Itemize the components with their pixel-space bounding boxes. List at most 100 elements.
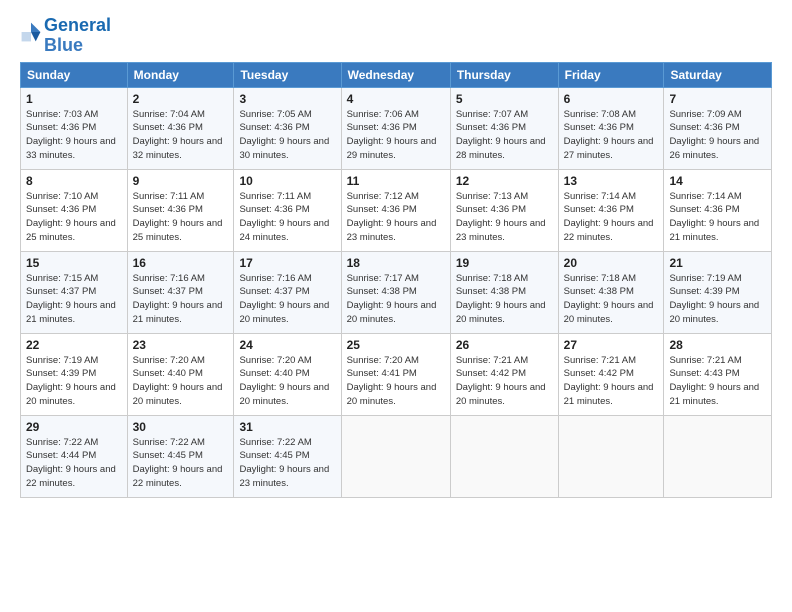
day-number: 19: [456, 256, 553, 270]
day-cell-1: 1 Sunrise: 7:03 AMSunset: 4:36 PMDayligh…: [21, 87, 128, 169]
day-info: Sunrise: 7:22 AMSunset: 4:45 PMDaylight:…: [133, 437, 223, 489]
day-cell-4: 4 Sunrise: 7:06 AMSunset: 4:36 PMDayligh…: [341, 87, 450, 169]
day-cell-15: 15 Sunrise: 7:15 AMSunset: 4:37 PMDaylig…: [21, 251, 128, 333]
calendar-body: 1 Sunrise: 7:03 AMSunset: 4:36 PMDayligh…: [21, 87, 772, 497]
day-info: Sunrise: 7:18 AMSunset: 4:38 PMDaylight:…: [456, 273, 546, 325]
day-number: 25: [347, 338, 445, 352]
day-info: Sunrise: 7:10 AMSunset: 4:36 PMDaylight:…: [26, 191, 116, 243]
day-number: 9: [133, 174, 229, 188]
calendar-table: SundayMondayTuesdayWednesdayThursdayFrid…: [20, 62, 772, 498]
day-cell-23: 23 Sunrise: 7:20 AMSunset: 4:40 PMDaylig…: [127, 333, 234, 415]
day-number: 5: [456, 92, 553, 106]
day-cell-12: 12 Sunrise: 7:13 AMSunset: 4:36 PMDaylig…: [450, 169, 558, 251]
day-cell-22: 22 Sunrise: 7:19 AMSunset: 4:39 PMDaylig…: [21, 333, 128, 415]
day-number: 23: [133, 338, 229, 352]
calendar-week-3: 15 Sunrise: 7:15 AMSunset: 4:37 PMDaylig…: [21, 251, 772, 333]
day-info: Sunrise: 7:20 AMSunset: 4:40 PMDaylight:…: [239, 355, 329, 407]
day-cell-29: 29 Sunrise: 7:22 AMSunset: 4:44 PMDaylig…: [21, 415, 128, 497]
day-cell-3: 3 Sunrise: 7:05 AMSunset: 4:36 PMDayligh…: [234, 87, 341, 169]
calendar-week-4: 22 Sunrise: 7:19 AMSunset: 4:39 PMDaylig…: [21, 333, 772, 415]
day-info: Sunrise: 7:14 AMSunset: 4:36 PMDaylight:…: [669, 191, 759, 243]
day-cell-16: 16 Sunrise: 7:16 AMSunset: 4:37 PMDaylig…: [127, 251, 234, 333]
day-header-monday: Monday: [127, 62, 234, 87]
day-info: Sunrise: 7:16 AMSunset: 4:37 PMDaylight:…: [239, 273, 329, 325]
day-info: Sunrise: 7:21 AMSunset: 4:42 PMDaylight:…: [564, 355, 654, 407]
day-info: Sunrise: 7:03 AMSunset: 4:36 PMDaylight:…: [26, 109, 116, 161]
day-info: Sunrise: 7:08 AMSunset: 4:36 PMDaylight:…: [564, 109, 654, 161]
day-cell-28: 28 Sunrise: 7:21 AMSunset: 4:43 PMDaylig…: [664, 333, 772, 415]
day-number: 11: [347, 174, 445, 188]
day-info: Sunrise: 7:18 AMSunset: 4:38 PMDaylight:…: [564, 273, 654, 325]
logo: General Blue: [20, 16, 111, 56]
day-header-thursday: Thursday: [450, 62, 558, 87]
day-cell-13: 13 Sunrise: 7:14 AMSunset: 4:36 PMDaylig…: [558, 169, 664, 251]
day-info: Sunrise: 7:04 AMSunset: 4:36 PMDaylight:…: [133, 109, 223, 161]
day-cell-9: 9 Sunrise: 7:11 AMSunset: 4:36 PMDayligh…: [127, 169, 234, 251]
day-number: 3: [239, 92, 335, 106]
day-info: Sunrise: 7:20 AMSunset: 4:40 PMDaylight:…: [133, 355, 223, 407]
day-info: Sunrise: 7:13 AMSunset: 4:36 PMDaylight:…: [456, 191, 546, 243]
day-cell-27: 27 Sunrise: 7:21 AMSunset: 4:42 PMDaylig…: [558, 333, 664, 415]
day-header-wednesday: Wednesday: [341, 62, 450, 87]
day-number: 12: [456, 174, 553, 188]
day-cell-25: 25 Sunrise: 7:20 AMSunset: 4:41 PMDaylig…: [341, 333, 450, 415]
empty-cell: [450, 415, 558, 497]
day-info: Sunrise: 7:22 AMSunset: 4:44 PMDaylight:…: [26, 437, 116, 489]
day-info: Sunrise: 7:12 AMSunset: 4:36 PMDaylight:…: [347, 191, 437, 243]
day-number: 29: [26, 420, 122, 434]
day-number: 13: [564, 174, 659, 188]
day-info: Sunrise: 7:17 AMSunset: 4:38 PMDaylight:…: [347, 273, 437, 325]
day-cell-2: 2 Sunrise: 7:04 AMSunset: 4:36 PMDayligh…: [127, 87, 234, 169]
day-header-tuesday: Tuesday: [234, 62, 341, 87]
day-number: 16: [133, 256, 229, 270]
day-info: Sunrise: 7:15 AMSunset: 4:37 PMDaylight:…: [26, 273, 116, 325]
calendar-week-2: 8 Sunrise: 7:10 AMSunset: 4:36 PMDayligh…: [21, 169, 772, 251]
day-cell-19: 19 Sunrise: 7:18 AMSunset: 4:38 PMDaylig…: [450, 251, 558, 333]
day-cell-11: 11 Sunrise: 7:12 AMSunset: 4:36 PMDaylig…: [341, 169, 450, 251]
day-number: 24: [239, 338, 335, 352]
day-number: 17: [239, 256, 335, 270]
day-info: Sunrise: 7:07 AMSunset: 4:36 PMDaylight:…: [456, 109, 546, 161]
day-number: 18: [347, 256, 445, 270]
day-info: Sunrise: 7:05 AMSunset: 4:36 PMDaylight:…: [239, 109, 329, 161]
day-info: Sunrise: 7:19 AMSunset: 4:39 PMDaylight:…: [669, 273, 759, 325]
calendar-header-row: SundayMondayTuesdayWednesdayThursdayFrid…: [21, 62, 772, 87]
day-cell-8: 8 Sunrise: 7:10 AMSunset: 4:36 PMDayligh…: [21, 169, 128, 251]
day-cell-14: 14 Sunrise: 7:14 AMSunset: 4:36 PMDaylig…: [664, 169, 772, 251]
day-cell-10: 10 Sunrise: 7:11 AMSunset: 4:36 PMDaylig…: [234, 169, 341, 251]
logo-text: General Blue: [44, 16, 111, 56]
day-info: Sunrise: 7:22 AMSunset: 4:45 PMDaylight:…: [239, 437, 329, 489]
day-info: Sunrise: 7:09 AMSunset: 4:36 PMDaylight:…: [669, 109, 759, 161]
empty-cell: [341, 415, 450, 497]
day-number: 31: [239, 420, 335, 434]
day-cell-7: 7 Sunrise: 7:09 AMSunset: 4:36 PMDayligh…: [664, 87, 772, 169]
calendar-week-5: 29 Sunrise: 7:22 AMSunset: 4:44 PMDaylig…: [21, 415, 772, 497]
day-cell-18: 18 Sunrise: 7:17 AMSunset: 4:38 PMDaylig…: [341, 251, 450, 333]
day-number: 21: [669, 256, 766, 270]
day-cell-31: 31 Sunrise: 7:22 AMSunset: 4:45 PMDaylig…: [234, 415, 341, 497]
day-cell-21: 21 Sunrise: 7:19 AMSunset: 4:39 PMDaylig…: [664, 251, 772, 333]
day-info: Sunrise: 7:14 AMSunset: 4:36 PMDaylight:…: [564, 191, 654, 243]
day-info: Sunrise: 7:21 AMSunset: 4:42 PMDaylight:…: [456, 355, 546, 407]
day-cell-30: 30 Sunrise: 7:22 AMSunset: 4:45 PMDaylig…: [127, 415, 234, 497]
day-cell-20: 20 Sunrise: 7:18 AMSunset: 4:38 PMDaylig…: [558, 251, 664, 333]
day-cell-5: 5 Sunrise: 7:07 AMSunset: 4:36 PMDayligh…: [450, 87, 558, 169]
empty-cell: [558, 415, 664, 497]
day-number: 4: [347, 92, 445, 106]
day-cell-6: 6 Sunrise: 7:08 AMSunset: 4:36 PMDayligh…: [558, 87, 664, 169]
day-header-sunday: Sunday: [21, 62, 128, 87]
day-cell-26: 26 Sunrise: 7:21 AMSunset: 4:42 PMDaylig…: [450, 333, 558, 415]
day-number: 28: [669, 338, 766, 352]
day-info: Sunrise: 7:11 AMSunset: 4:36 PMDaylight:…: [133, 191, 223, 243]
day-number: 6: [564, 92, 659, 106]
day-number: 7: [669, 92, 766, 106]
day-header-friday: Friday: [558, 62, 664, 87]
logo-icon: [20, 21, 42, 43]
day-number: 20: [564, 256, 659, 270]
day-number: 2: [133, 92, 229, 106]
empty-cell: [664, 415, 772, 497]
day-cell-17: 17 Sunrise: 7:16 AMSunset: 4:37 PMDaylig…: [234, 251, 341, 333]
calendar-week-1: 1 Sunrise: 7:03 AMSunset: 4:36 PMDayligh…: [21, 87, 772, 169]
day-number: 10: [239, 174, 335, 188]
day-number: 30: [133, 420, 229, 434]
